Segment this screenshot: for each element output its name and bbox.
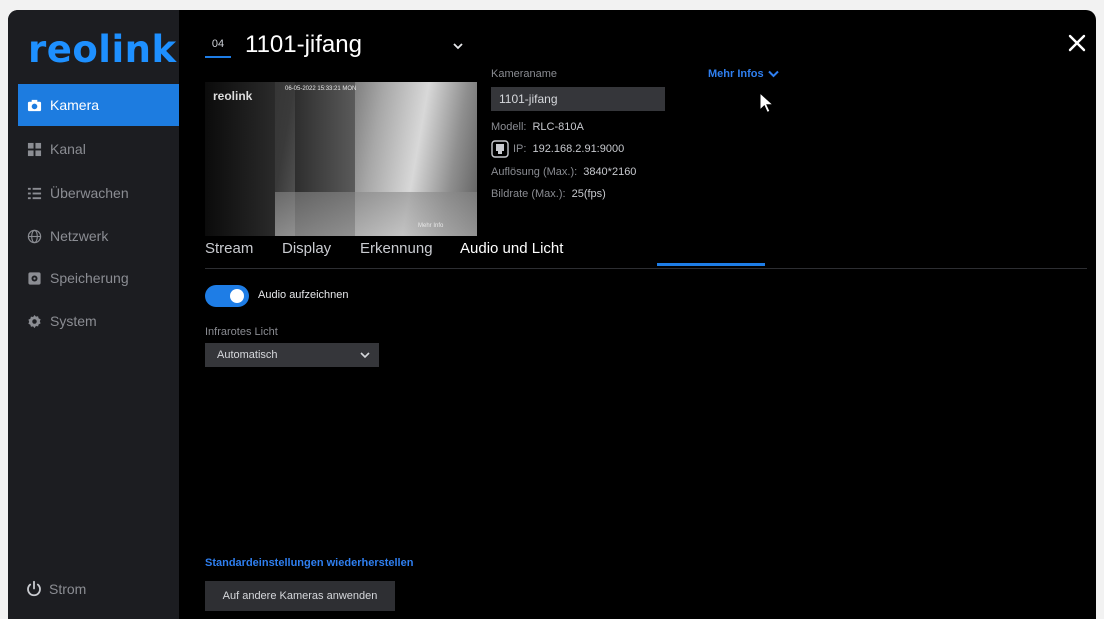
chevron-down-icon [767, 70, 779, 78]
camera-name-field[interactable] [491, 87, 665, 111]
resolution-value: 3840*2160 [583, 166, 637, 178]
camera-icon [27, 98, 42, 113]
infrared-light-select[interactable]: Automatisch [205, 343, 379, 367]
sidebar-item-label: Netzwerk [50, 228, 109, 244]
power-button[interactable]: Strom [25, 580, 86, 598]
apply-to-other-cameras-button[interactable]: Auf andere Kameras anwenden [205, 581, 395, 611]
mouse-cursor-icon [759, 92, 773, 114]
resolution-row: Auflösung (Max.): 3840*2160 [491, 166, 636, 178]
storage-icon [27, 271, 42, 286]
camera-title: 1101-jifang [245, 31, 362, 58]
sidebar-item-label: Kanal [50, 141, 86, 157]
tab-stream[interactable]: Stream [205, 240, 253, 257]
chevron-down-icon [360, 352, 370, 359]
power-icon [27, 580, 41, 597]
sidebar-item-system[interactable]: System [18, 300, 179, 342]
ip-value: 192.168.2.91:9000 [532, 143, 625, 155]
sidebar-item-label: Speicherung [50, 270, 129, 286]
ip-label: IP: [513, 143, 527, 155]
ethernet-icon [491, 140, 509, 158]
channel-badge: 04 [205, 36, 231, 58]
ip-row: IP: 192.168.2.91:9000 [513, 143, 624, 155]
model-value: RLC-810A [532, 121, 584, 133]
sidebar-item-netzwerk[interactable]: Netzwerk [18, 215, 179, 257]
grid-icon [27, 142, 42, 157]
preview-overlay-name: Mehr Info [418, 223, 444, 229]
more-info-label: Mehr Infos [708, 68, 764, 80]
sidebar-item-speicherung[interactable]: Speicherung [18, 257, 179, 299]
toggle-knob [230, 289, 244, 303]
sidebar-item-label: Überwachen [50, 185, 129, 201]
audio-record-label: Audio aufzeichnen [258, 289, 349, 301]
globe-icon [27, 229, 42, 244]
sidebar: reolink Kamera Kanal Überwachen Netzwerk [8, 10, 179, 619]
reolink-logo: reolink [28, 28, 177, 71]
gear-icon [27, 314, 42, 329]
sidebar-item-label: System [50, 313, 97, 329]
tab-audio-und-licht[interactable]: Audio und Licht [460, 240, 563, 257]
preview-timestamp: 06-05-2022 15:33:21 MON [285, 86, 357, 92]
kameraname-label: Kameraname [491, 68, 558, 80]
camera-preview: reolink 06-05-2022 15:33:21 MON Mehr Inf… [205, 82, 477, 236]
tab-erkennung[interactable]: Erkennung [360, 240, 433, 257]
model-label: Modell: [491, 121, 527, 133]
list-icon [27, 186, 42, 201]
sidebar-item-kanal[interactable]: Kanal [18, 128, 179, 170]
more-info-link[interactable]: Mehr Infos [708, 68, 779, 80]
framerate-label: Bildrate (Max.): [491, 188, 566, 200]
tab-display[interactable]: Display [282, 240, 331, 257]
infrared-light-label: Infrarotes Licht [205, 326, 278, 338]
model-row: Modell: RLC-810A [491, 121, 584, 133]
framerate-value: 25(fps) [571, 188, 606, 200]
sidebar-item-label: Kamera [50, 97, 100, 113]
settings-tabs: Stream Display Erkennung Audio und Licht [205, 238, 1087, 269]
audio-record-toggle[interactable] [205, 285, 249, 307]
infrared-light-value: Automatisch [217, 349, 278, 361]
app-window: reolink Kamera Kanal Überwachen Netzwerk [8, 10, 1096, 619]
framerate-row: Bildrate (Max.): 25(fps) [491, 188, 606, 200]
power-label: Strom [49, 581, 87, 597]
sidebar-item-ueberwachen[interactable]: Überwachen [18, 172, 179, 214]
preview-logo: reolink [213, 89, 253, 103]
close-icon[interactable] [1066, 32, 1088, 54]
active-tab-indicator [657, 263, 765, 266]
sidebar-item-kamera[interactable]: Kamera [18, 84, 179, 126]
resolution-label: Auflösung (Max.): [491, 166, 578, 178]
restore-defaults-link[interactable]: Standardeinstellungen wiederherstellen [205, 557, 413, 569]
chevron-down-icon[interactable] [452, 40, 464, 52]
